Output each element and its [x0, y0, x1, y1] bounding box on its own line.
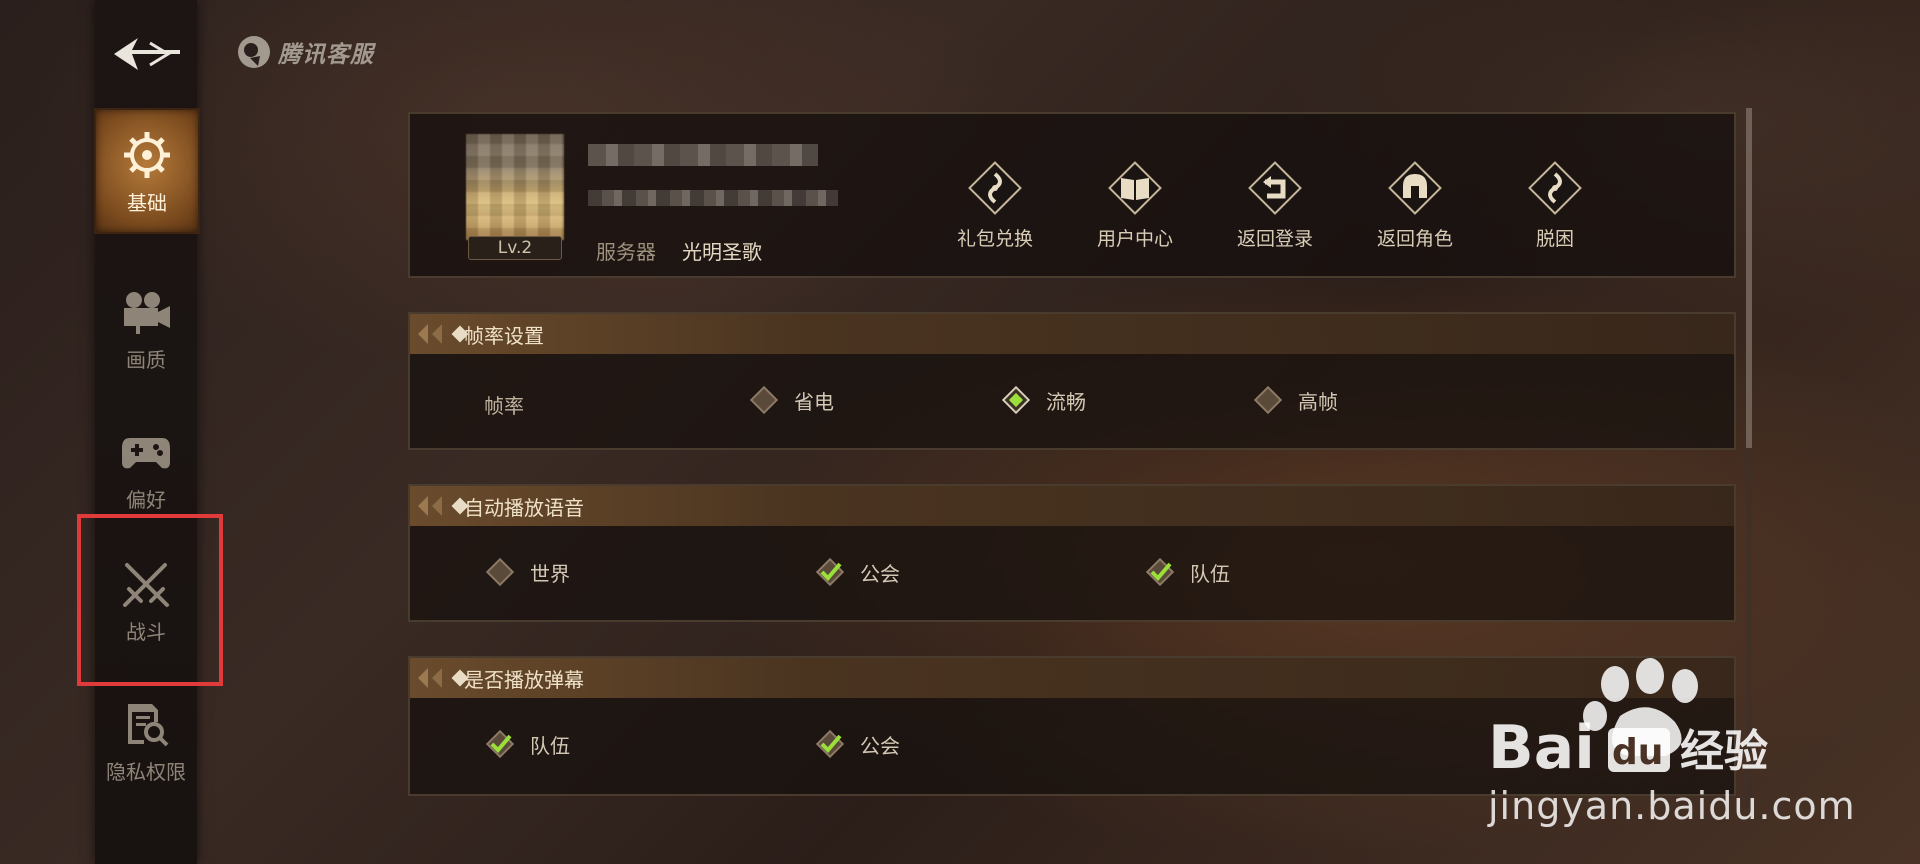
voice-option-team[interactable]: 队伍: [1144, 556, 1230, 588]
framerate-label: 帧率: [484, 394, 524, 418]
return-arrow-icon: [1245, 158, 1305, 218]
framerate-option-smooth[interactable]: 流畅: [1000, 384, 1086, 416]
svg-text:du: du: [1612, 732, 1663, 773]
action-label: 返回登录: [1236, 228, 1313, 250]
scrollbar-thumb[interactable]: [1746, 108, 1752, 448]
escape-stuck-button[interactable]: 脱困: [1500, 158, 1610, 251]
option-label: 队伍: [1190, 561, 1230, 586]
option-label: 高帧: [1298, 389, 1338, 414]
option-label: 队伍: [530, 733, 570, 758]
checkbox-checked-icon: [814, 728, 846, 760]
gamepad-icon: [118, 424, 174, 480]
voice-option-world[interactable]: 世界: [484, 556, 570, 588]
checkbox-checked-icon: [1144, 556, 1176, 588]
radio-unselected-icon: [1252, 384, 1284, 416]
annotation-highlight-box: [77, 514, 223, 686]
gift-redeem-button[interactable]: 礼包兑换: [940, 158, 1050, 251]
player-name-redacted: [588, 144, 818, 166]
framerate-options: 帧率 省电 流畅 高帧: [410, 354, 1734, 444]
option-label: 流畅: [1046, 389, 1086, 414]
danmaku-option-team[interactable]: 队伍: [484, 728, 570, 760]
checkbox-checked-icon: [484, 728, 516, 760]
watermark-url: jingyan.baidu.com: [1488, 784, 1856, 828]
option-label: 省电: [794, 389, 834, 414]
server-name: 光明圣歌: [682, 240, 762, 264]
auto-voice-panel: 自动播放语音 世界 公会 队伍: [408, 484, 1736, 622]
panel-header: 帧率设置: [410, 314, 1734, 354]
section-title: 是否播放弹幕: [464, 667, 584, 692]
user-center-button[interactable]: 用户中心: [1080, 158, 1190, 251]
sidebar-item-graphics[interactable]: 画质: [95, 268, 197, 388]
svg-text:经验: 经验: [1680, 726, 1768, 777]
book-icon: [1105, 158, 1165, 218]
back-button[interactable]: [108, 28, 186, 80]
option-label: 世界: [530, 561, 570, 586]
section-ornament-icon: [418, 324, 469, 344]
section-ornament-icon: [418, 668, 469, 688]
sidebar-item-preference[interactable]: 偏好: [95, 408, 197, 528]
gear-icon: [119, 127, 175, 183]
tencent-support-icon: [238, 36, 270, 68]
sidebar-item-label: 隐私权限: [106, 759, 186, 784]
return-login-button[interactable]: 返回登录: [1220, 158, 1330, 251]
helmet-icon: [1385, 158, 1445, 218]
panel-header: 自动播放语音: [410, 486, 1734, 526]
danmaku-option-guild[interactable]: 公会: [814, 728, 900, 760]
framerate-option-power-save[interactable]: 省电: [748, 384, 834, 416]
settings-screen: 基础 画质 偏好 战斗 隐私权限 腾讯客服 Lv.2 服务器 光明圣歌 礼包兑换…: [0, 0, 1920, 864]
profile-panel: Lv.2 服务器 光明圣歌 礼包兑换 用户中心 返回登录 返回角色 脱困: [408, 112, 1736, 278]
action-label: 返回角色: [1376, 228, 1453, 250]
svg-text:Bai: Bai: [1488, 713, 1595, 783]
logo-text: 腾讯客服: [278, 42, 374, 68]
radio-selected-icon: [1000, 384, 1032, 416]
tencent-support-logo[interactable]: 腾讯客服: [236, 34, 374, 70]
sidebar-item-privacy[interactable]: 隐私权限: [95, 680, 197, 800]
sidebar-item-basic[interactable]: 基础: [94, 108, 200, 234]
voice-options: 世界 公会 队伍: [410, 526, 1734, 616]
voice-option-guild[interactable]: 公会: [814, 556, 900, 588]
framerate-panel: 帧率设置 帧率 省电 流畅 高帧: [408, 312, 1736, 450]
checkbox-unchecked-icon: [484, 556, 516, 588]
back-arrow-icon: [114, 38, 180, 70]
section-title: 帧率设置: [464, 323, 544, 348]
return-character-button[interactable]: 返回角色: [1360, 158, 1470, 251]
escape-icon: [1525, 158, 1585, 218]
option-label: 公会: [860, 561, 900, 586]
framerate-option-high[interactable]: 高帧: [1252, 384, 1338, 416]
option-label: 公会: [860, 733, 900, 758]
gift-icon: [965, 158, 1025, 218]
sidebar-item-label: 画质: [126, 347, 166, 372]
server-label: 服务器: [596, 240, 656, 264]
action-label: 用户中心: [1096, 228, 1173, 250]
camera-icon: [118, 284, 174, 340]
player-id-redacted: [588, 190, 838, 206]
sidebar-item-label: 偏好: [126, 487, 166, 512]
section-ornament-icon: [418, 496, 469, 516]
sidebar-item-label: 基础: [127, 190, 167, 215]
privacy-search-icon: [118, 696, 174, 752]
avatar[interactable]: [466, 134, 564, 240]
checkbox-checked-icon: [814, 556, 846, 588]
action-label: 脱困: [1535, 228, 1574, 250]
level-badge: Lv.2: [468, 236, 562, 260]
action-label: 礼包兑换: [956, 228, 1033, 250]
radio-unselected-icon: [748, 384, 780, 416]
section-title: 自动播放语音: [464, 495, 584, 520]
